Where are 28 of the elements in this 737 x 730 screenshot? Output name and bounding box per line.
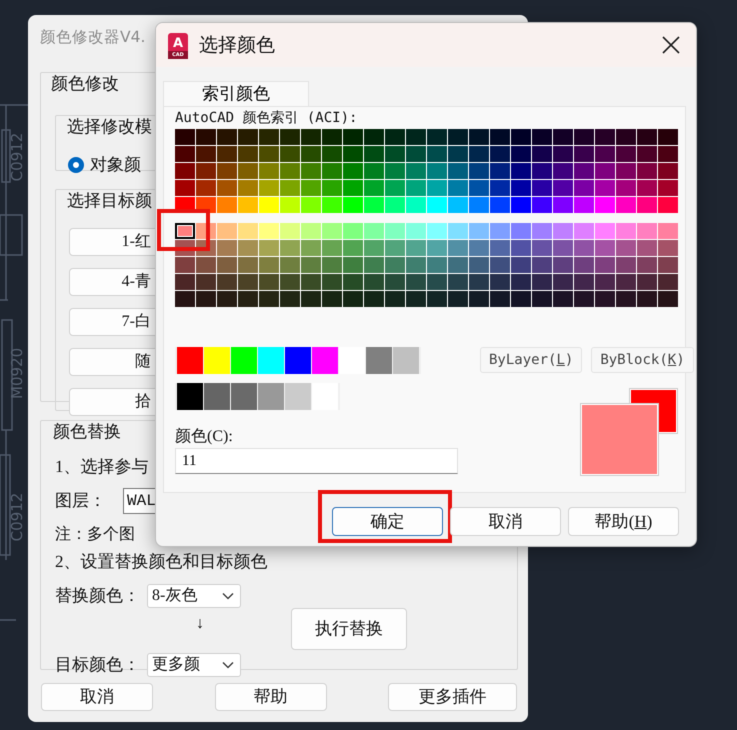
dialog-button[interactable]: 取消 bbox=[450, 507, 561, 536]
field-label: 图层： bbox=[55, 490, 107, 512]
field-label: 颜色(C): bbox=[175, 426, 234, 447]
note-text: 注：多个图 bbox=[55, 524, 135, 545]
bylayer-button[interactable]: ByLayer(L) bbox=[480, 347, 582, 373]
radio-label[interactable]: 对象颜 bbox=[90, 152, 141, 178]
dialog-title: 选择颜色 bbox=[199, 32, 275, 58]
replace-color-select[interactable]: 8-灰色 bbox=[147, 584, 241, 608]
step-text: 2、设置替换颜色和目标颜色 bbox=[55, 551, 268, 573]
drawing-label: C0912 bbox=[8, 492, 26, 542]
target-color-select[interactable]: 更多颜 bbox=[147, 653, 241, 677]
dialog-button[interactable]: 取消 bbox=[41, 683, 153, 711]
drawing-label: C0912 bbox=[8, 132, 26, 182]
tab[interactable]: 索引颜色 bbox=[163, 81, 309, 106]
dialog-button[interactable]: 帮助(H) bbox=[568, 507, 679, 536]
byblock-button[interactable]: ByBlock(K) bbox=[591, 347, 694, 373]
field-label: 替换颜色： bbox=[55, 585, 141, 608]
drawing-label: M0920 bbox=[8, 349, 26, 399]
arrow-text: ↓ bbox=[196, 615, 204, 632]
dialog-button[interactable]: 帮助 bbox=[214, 683, 326, 711]
color-field[interactable]: 11 bbox=[175, 448, 458, 474]
dialog-button[interactable]: 更多插件 bbox=[388, 683, 517, 711]
field-label: 目标颜色： bbox=[55, 654, 141, 676]
window-title: 颜色修改器V4. bbox=[40, 28, 146, 46]
execute-button[interactable]: 执行替换 bbox=[291, 608, 407, 650]
step-text: 1、选择参与 bbox=[55, 456, 148, 478]
palette-label: AutoCAD 颜色索引 (ACI): bbox=[175, 109, 358, 128]
dialog-button[interactable]: 确定 bbox=[332, 507, 443, 536]
